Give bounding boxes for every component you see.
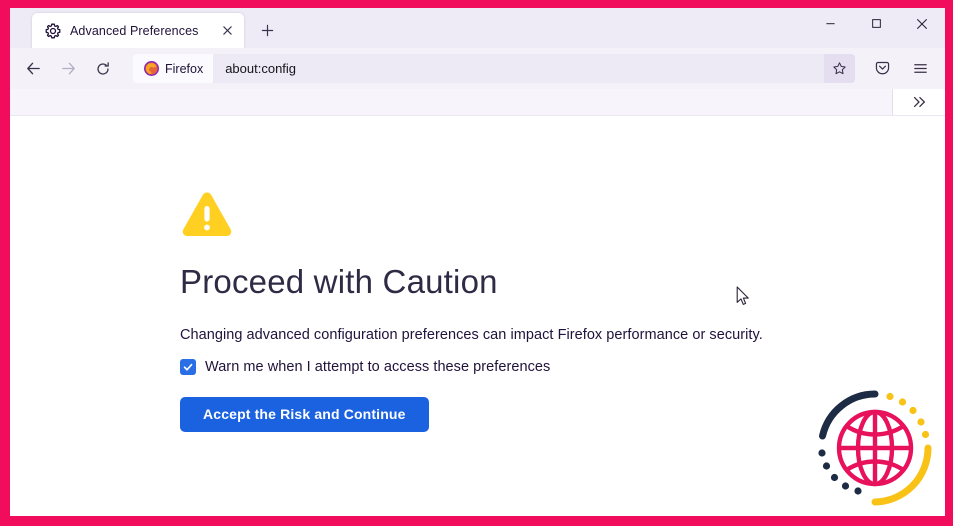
bookmarks-toolbar: [10, 89, 945, 116]
bookmark-star-icon[interactable]: [824, 54, 855, 83]
url-input[interactable]: about:config: [213, 61, 824, 76]
warn-checkbox[interactable]: [180, 359, 196, 376]
tab-title: Advanced Preferences: [70, 23, 199, 38]
new-tab-button[interactable]: [252, 15, 282, 45]
page-title: Proceed with Caution: [180, 263, 498, 300]
close-icon[interactable]: [218, 22, 236, 40]
accept-risk-button[interactable]: Accept the Risk and Continue: [180, 397, 429, 433]
tab-advanced-preferences[interactable]: Advanced Preferences: [32, 13, 244, 48]
back-button[interactable]: [16, 53, 50, 85]
identity-chip-label: Firefox: [165, 61, 204, 76]
gear-icon: [45, 23, 61, 39]
app-menu-button[interactable]: [903, 53, 937, 85]
warning-block: Proceed with Caution Changing advanced c…: [180, 189, 820, 433]
warning-triangle-icon: [180, 189, 234, 239]
minimize-button[interactable]: [807, 8, 853, 39]
identity-chip[interactable]: Firefox: [133, 54, 214, 83]
reload-button[interactable]: [86, 53, 120, 85]
chevron-double-right-icon[interactable]: [892, 89, 945, 115]
page-content: Proceed with Caution Changing advanced c…: [10, 116, 945, 516]
url-bar[interactable]: Firefox about:config: [133, 54, 855, 83]
navigation-toolbar: Firefox about:config: [10, 48, 945, 89]
warn-checkbox-label: Warn me when I attempt to access these p…: [205, 359, 551, 376]
browser-window: Advanced Preferences Firefox about:confi…: [10, 8, 945, 516]
maximize-button[interactable]: [853, 8, 899, 39]
globe-logo: [813, 386, 937, 510]
pocket-save-icon[interactable]: [865, 53, 899, 85]
toolbar-end-group: [865, 53, 939, 85]
page-description: Changing advanced configuration preferen…: [180, 327, 763, 344]
screenshot-frame: Advanced Preferences Firefox about:confi…: [0, 0, 953, 526]
warn-checkbox-row[interactable]: Warn me when I attempt to access these p…: [180, 359, 820, 376]
firefox-logo-icon: [144, 61, 159, 76]
close-window-button[interactable]: [899, 8, 945, 39]
window-controls: [807, 8, 945, 48]
forward-button[interactable]: [51, 53, 85, 85]
tab-strip: Advanced Preferences: [10, 8, 945, 48]
